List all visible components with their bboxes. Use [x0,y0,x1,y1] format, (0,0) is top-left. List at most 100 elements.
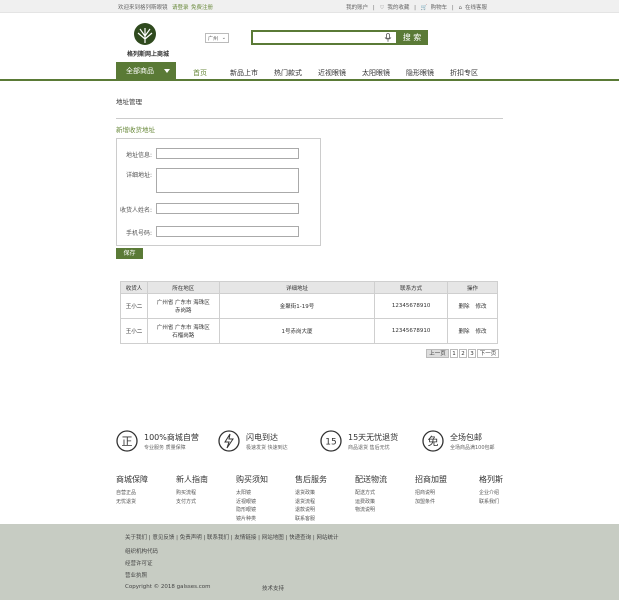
footer-heading: 商城保障 [116,475,148,484]
actions-cell: 删除 修改 [447,293,498,319]
col-header: 详细地址 [218,281,376,294]
heart-icon: ♡ [379,5,385,11]
separator: | [414,5,416,11]
region-line: 广州省 广东市 海珠区 [156,325,210,331]
guarantee-title: 15天无忧退货 [348,433,399,442]
search-box: 搜 索 [251,30,428,45]
next-page-button[interactable]: 下一页 [477,349,499,358]
register-link[interactable]: 免费注册 [191,3,213,11]
footer-link[interactable]: 招商说明 [415,489,447,498]
all-products-menu[interactable]: 全部商品 [116,62,176,81]
table-row: 王小二 广州省 广东市 海珠区 赤岗路 金聚街1-19号 12345678910 … [120,293,498,319]
page-button[interactable]: 3 [468,349,476,358]
footer-link[interactable]: 退货流程 [295,498,327,507]
welcome-text: 欢迎来到格列斯眼镜 [118,5,168,11]
guarantee-title: 闪电到达 [246,433,278,442]
tech-support-text: 技术支持 [262,586,285,592]
separator: | [372,5,375,11]
footer-heading: 配送物流 [355,475,387,484]
region-line: 广州省 广东市 海珠区 [156,300,210,306]
service-guarantees: 正 100%商城自营 专业服务 质量保障 闪电到达 极速发货 快速到达 15 1… [116,430,516,454]
footer-link[interactable]: 企业介绍 [479,489,503,498]
detail-address-field[interactable] [156,168,299,193]
address-info-field[interactable] [156,148,299,159]
nav-item-discount[interactable]: 折扣专区 [450,68,478,78]
edit-link[interactable]: 修改 [476,329,487,335]
microphone-icon[interactable] [384,33,392,42]
my-account-link[interactable]: 我的账户 [346,5,368,11]
region-cell: 广州省 广东市 海珠区 石榴岗路 [146,318,220,344]
footer-link[interactable]: 自营正品 [116,489,148,498]
footer-link[interactable]: 太阳镜 [236,489,268,498]
search-input[interactable] [255,33,380,41]
delete-link[interactable]: 删除 [459,304,470,310]
detail-address-label: 详细地址: [125,172,152,179]
footer-column-purchase: 购买须知 太阳镜 近视眼镜 隐形眼镜 镜片种类 [236,474,268,523]
footer-link[interactable]: 无忧退货 [116,498,148,507]
footer-link[interactable]: 支付方式 [176,498,208,507]
fifteen-day-icon: 15 [320,430,342,452]
guarantee-subtitle: 极速发货 快速到达 [246,445,288,451]
footer-link[interactable]: 退款说明 [295,506,327,515]
guarantee-title: 全场包邮 [450,433,482,442]
guarantee-subtitle: 专业服务 质量保障 [144,445,186,451]
top-bar: 欢迎来到格列斯眼镜 请登录 免费注册 我的账户 | ♡ 我的收藏 | 🛒 购物车 |… [0,0,619,13]
footer-link[interactable]: 配送方式 [355,489,387,498]
bottom-footer: 关于我们 | 意见反馈 | 免责声明 | 联系我们 | 友情链接 | 网站地图 … [0,524,619,600]
guarantee-subtitle: 全场商品满100包邮 [450,445,495,451]
page-button[interactable]: 2 [459,349,467,358]
table-header-row: 收货人 所在地区 详细地址 联系方式 操作 [120,281,498,294]
nav-item-myopia[interactable]: 近视眼镜 [318,68,346,78]
footer-link[interactable]: 联系我们 [479,498,503,507]
address-table: 收货人 所在地区 详细地址 联系方式 操作 王小二 广州省 广东市 海珠区 赤岗路… [120,281,498,344]
nav-item-new[interactable]: 新品上市 [230,68,258,78]
genuine-icon: 正 [116,430,138,452]
footer-link[interactable]: 镜片种类 [236,515,268,524]
service-icon: ⌂ [458,5,462,11]
footer-link[interactable]: 近视眼镜 [236,498,268,507]
footer-link[interactable]: 隐形眼镜 [236,506,268,515]
leaf-logo-icon [134,23,156,45]
bottom-links[interactable]: 关于我们 | 意见反馈 | 免责声明 | 联系我们 | 友情链接 | 网站地图 … [125,533,338,541]
site-logo[interactable]: 格列斯网上商城 [118,22,176,58]
footer-column-aftersales: 售后服务 退货政策 退货流程 退款说明 联系客服 [295,474,327,523]
nav-item-hot[interactable]: 热门款式 [274,68,302,78]
address-info-label: 地址信息: [125,152,152,159]
cart-link[interactable]: 购物车 [431,5,448,11]
page-button[interactable]: 1 [450,349,458,358]
city-select[interactable]: 广州 ⌄ [205,33,229,43]
nav-item-sunglasses[interactable]: 太阳眼镜 [362,68,390,78]
phone-field[interactable] [156,226,299,237]
footer-link[interactable]: 物流说明 [355,506,387,515]
prev-page-button[interactable]: 上一页 [426,349,449,358]
online-service-link[interactable]: 在线客服 [465,5,487,11]
region-line: 石榴岗路 [172,333,195,339]
recipient-cell: 王小二 [120,318,148,344]
chevron-down-icon: ⌄ [221,35,226,41]
search-button[interactable]: 搜 索 [396,30,428,45]
login-link[interactable]: 请登录 [172,3,189,11]
name-field[interactable] [156,203,299,214]
guarantee-title: 100%商城自营 [144,433,199,442]
phone-label: 手机号码: [125,230,152,237]
favorites-link[interactable]: 我的收藏 [387,5,409,11]
separator: | [451,5,454,11]
footer-heading: 新人指南 [176,475,208,484]
all-products-label: 全部商品 [126,67,154,75]
col-header: 操作 [447,281,498,294]
actions-cell: 删除 修改 [447,318,498,344]
footer-heading: 招商加盟 [415,475,447,484]
delete-link[interactable]: 删除 [459,329,470,335]
footer-link[interactable]: 运费政策 [355,498,387,507]
nav-item-home[interactable]: 首页 [193,68,207,78]
footer-link[interactable]: 购买流程 [176,489,208,498]
footer-link[interactable]: 加盟条件 [415,498,447,507]
nav-item-contacts[interactable]: 隐形眼镜 [406,68,434,78]
save-button[interactable]: 保存 [116,248,143,259]
lightning-icon [218,430,240,452]
edit-link[interactable]: 修改 [476,304,487,310]
footer-link[interactable]: 联系客服 [295,515,327,524]
col-header: 所在地区 [146,281,220,294]
footer-link[interactable]: 退货政策 [295,489,327,498]
free-shipping-icon: 免 [422,430,444,452]
